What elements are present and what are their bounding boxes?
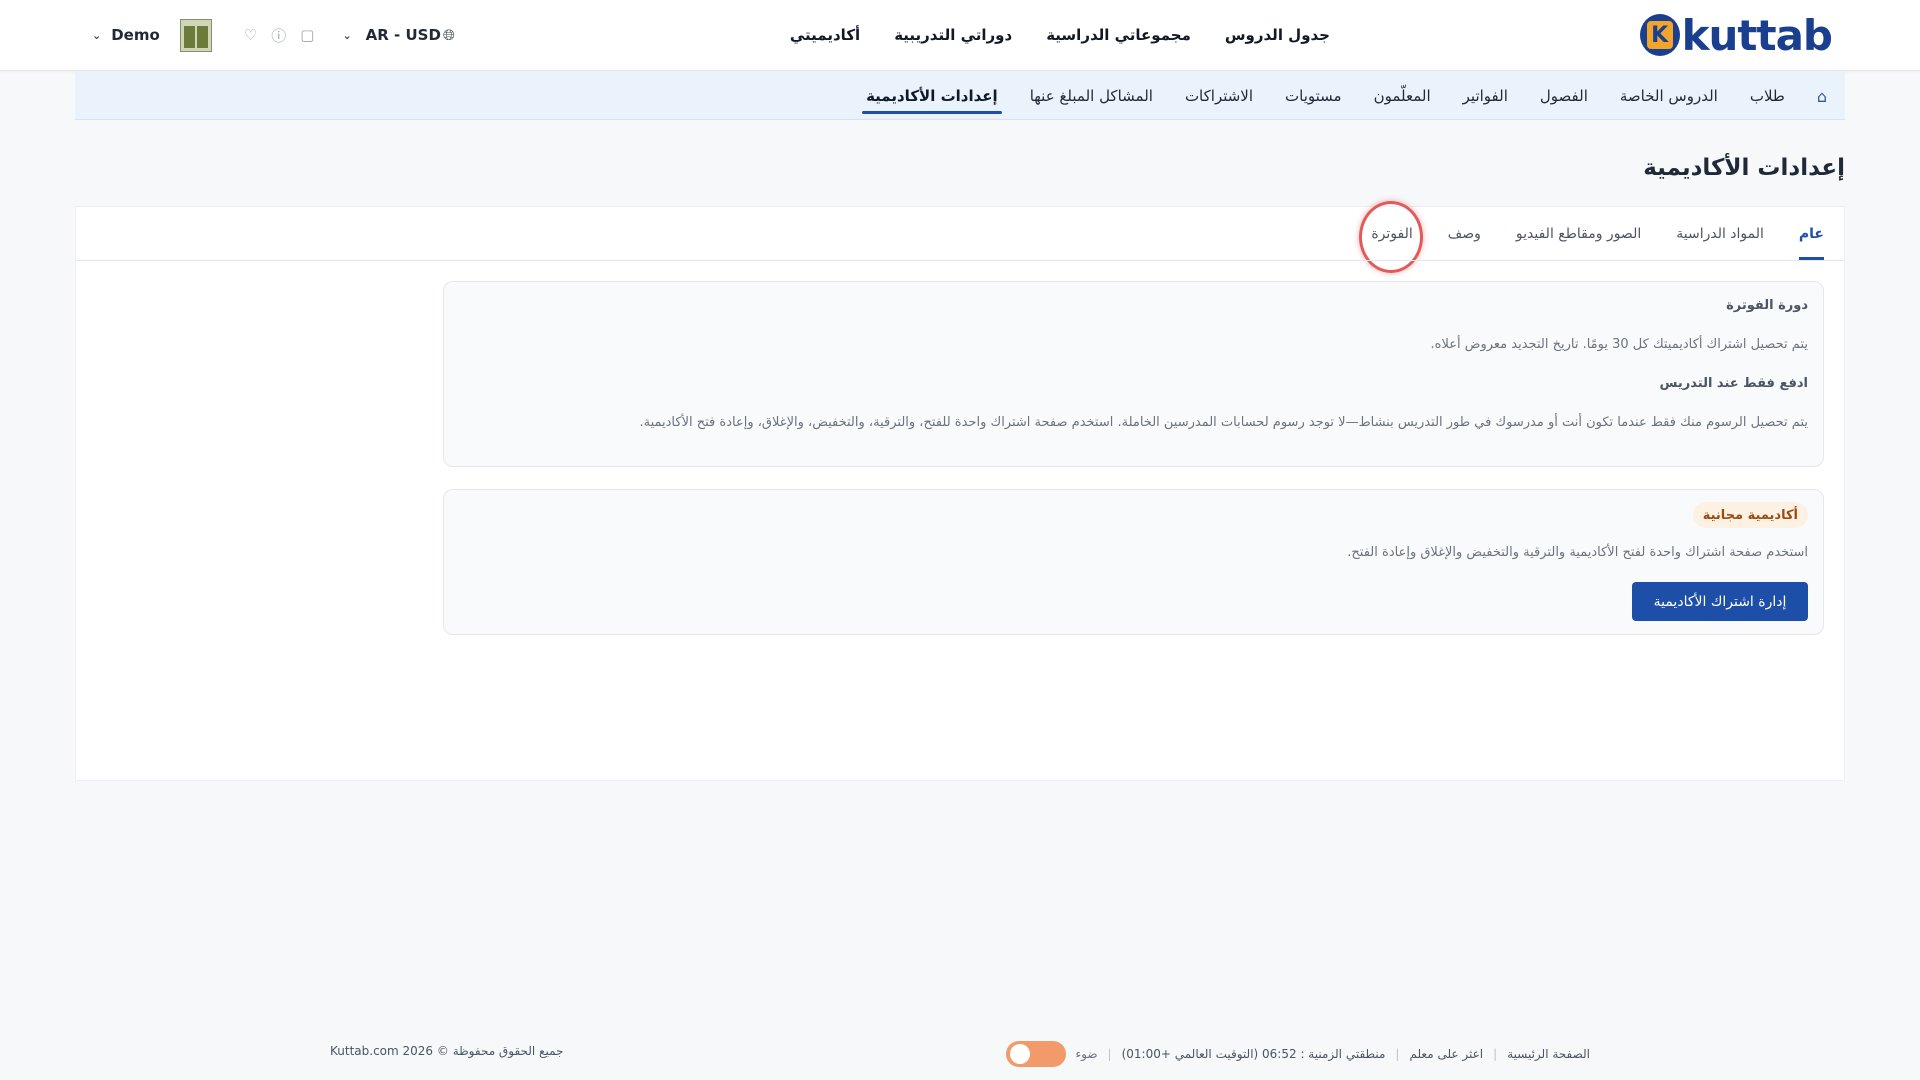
footer-link-find-teacher[interactable]: اعثر على معلم	[1409, 1047, 1483, 1061]
top-navigation: جدول الدروس مجموعاتي الدراسية دوراتي الت…	[790, 0, 1330, 70]
header-user-area: ⌄ Demo ♡ ⓘ ▢ ⌄ AR - USD 🌐︎	[92, 0, 455, 70]
footer-separator: |	[1107, 1047, 1112, 1061]
settings-tabs: عام المواد الدراسية الصور ومقاطع الفيديو…	[1359, 200, 1825, 273]
theme-light-label: ضوء	[1075, 1047, 1098, 1061]
currency-chevron-down-icon[interactable]: ⌄	[342, 29, 351, 42]
billing-cycle-heading: دورة الفوترة	[1726, 298, 1808, 313]
pay-when-teaching-text: يتم تحصيل الرسوم منك فقط عندما تكون أنت …	[639, 415, 1808, 430]
tab-general[interactable]: عام	[1798, 207, 1825, 260]
subnav-item-classes[interactable]: الفصول	[1540, 87, 1588, 105]
academy-subnav: ⌂ طلاب الدروس الخاصة الفصول الفواتير الم…	[75, 72, 1845, 120]
page-title: إعدادات الأكاديمية	[1643, 155, 1845, 181]
logo-text: kuttab	[1681, 10, 1833, 60]
settings-card: عام المواد الدراسية الصور ومقاطع الفيديو…	[75, 200, 1845, 781]
tab-images-videos[interactable]: الصور ومقاطع الفيديو	[1516, 226, 1641, 242]
help-icon[interactable]: ⓘ	[271, 25, 286, 46]
top-header: K kuttab جدول الدروس مجموعاتي الدراسية د…	[0, 0, 1920, 71]
footer-separator: |	[1493, 1047, 1498, 1061]
subnav-item-reported-issues[interactable]: المشاكل المبلغ عنها	[1030, 87, 1153, 105]
chevron-down-icon[interactable]: ⌄	[92, 29, 101, 42]
subnav-item-subscriptions[interactable]: الاشتراكات	[1185, 87, 1253, 105]
heart-icon[interactable]: ♡	[244, 26, 257, 44]
manage-subscription-button[interactable]: إدارة اشتراك الأكاديمية	[1632, 582, 1808, 621]
footer-copyright: Kuttab.com 2026 © جميع الحقوق محفوظة	[330, 1044, 564, 1058]
free-academy-text: استخدم صفحة اشتراك واحدة لفتح الأكاديمية…	[1347, 545, 1808, 560]
subnav-item-invoices[interactable]: الفواتير	[1463, 87, 1508, 105]
chat-icon[interactable]: ▢	[300, 26, 314, 44]
footer: Kuttab.com 2026 © جميع الحقوق محفوظة الص…	[0, 1036, 1920, 1072]
subnav-item-levels[interactable]: مستويات	[1285, 87, 1342, 105]
tab-billing[interactable]: الفوترة	[1359, 200, 1424, 273]
tab-subjects[interactable]: المواد الدراسية	[1676, 226, 1764, 242]
theme-toggle[interactable]	[1005, 1041, 1066, 1067]
tab-description[interactable]: وصف	[1448, 226, 1481, 242]
nav-training-courses[interactable]: دوراتي التدريبية	[894, 26, 1012, 44]
footer-timezone[interactable]: منطقتي الزمنية : 06:52 (التوقيت العالمي …	[1122, 1047, 1386, 1061]
subnav-item-teachers[interactable]: المعلّمون	[1374, 87, 1431, 105]
subnav-item-private-lessons[interactable]: الدروس الخاصة	[1620, 87, 1718, 105]
logo-badge-icon: K	[1639, 14, 1680, 56]
footer-links: الصفحة الرئيسية | اعثر على معلم | منطقتي…	[1002, 1036, 1590, 1072]
nav-my-academy[interactable]: أكاديميتي	[790, 26, 860, 44]
footer-separator: |	[1395, 1047, 1400, 1061]
home-icon[interactable]: ⌂	[1817, 87, 1827, 106]
billing-cycle-text: يتم تحصيل اشتراك أكاديميتك كل 30 يومًا. …	[1430, 337, 1808, 352]
currency-selector[interactable]: AR - USD	[366, 26, 441, 44]
footer-link-home[interactable]: الصفحة الرئيسية	[1507, 1047, 1590, 1061]
status-badge: أكاديمية مجانية	[1692, 502, 1808, 528]
tabs-divider	[76, 260, 1844, 261]
avatar[interactable]	[179, 18, 212, 52]
subnav-item-academy-settings[interactable]: إعدادات الأكاديمية	[862, 72, 1002, 120]
nav-lessons-schedule[interactable]: جدول الدروس	[1225, 26, 1330, 44]
globe-icon[interactable]: 🌐︎	[443, 26, 455, 44]
subnav-item-students[interactable]: طلاب	[1750, 87, 1785, 105]
nav-study-groups[interactable]: مجموعاتي الدراسية	[1046, 26, 1191, 44]
billing-info-box: دورة الفوترة يتم تحصيل اشتراك أكاديميتك …	[443, 281, 1824, 467]
pay-when-teaching-heading: ادفع فقط عند التدريس	[1659, 376, 1808, 391]
free-academy-box: أكاديمية مجانية استخدم صفحة اشتراك واحدة…	[443, 489, 1824, 635]
user-name[interactable]: Demo	[111, 26, 160, 44]
kuttab-logo[interactable]: K kuttab	[1639, 10, 1833, 60]
